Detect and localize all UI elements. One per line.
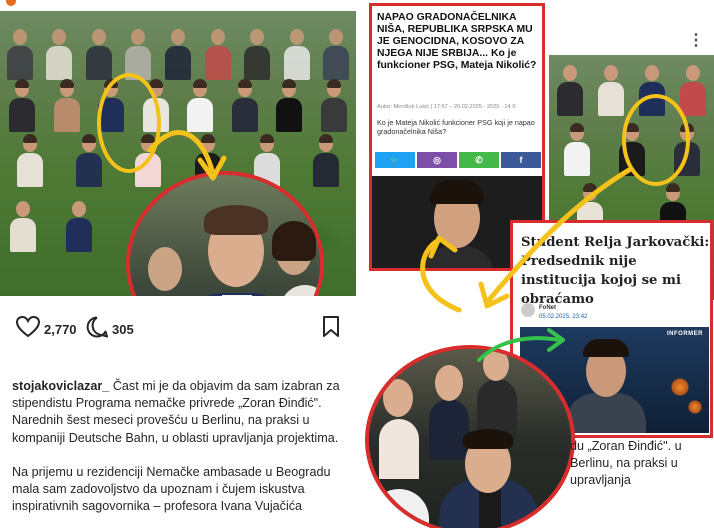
- caption-paragraph-1: stojakoviclazar_ Čast mi je da objavim d…: [12, 378, 347, 447]
- comment-count: 305: [112, 322, 134, 337]
- post-caption: stojakoviclazar_ Čast mi je da objavim d…: [12, 378, 347, 528]
- bookmark-icon[interactable]: [322, 316, 340, 343]
- heart-icon[interactable]: [15, 315, 41, 343]
- yellow-arrow-left: [147, 130, 227, 181]
- like-count: 2,770: [44, 322, 77, 337]
- post-actions-bar: 2,770 305: [0, 310, 356, 350]
- instagram-post: 2,770 305 stojakoviclazar_ Čast mi je da…: [0, 0, 356, 528]
- caption-paragraph-2: Na prijemu u rezidenciji Nemačke ambasad…: [12, 464, 331, 514]
- annotation-overlay-right: [420, 94, 690, 362]
- comment-icon[interactable]: [86, 316, 108, 343]
- yellow-annotation-ring-right: [622, 94, 690, 186]
- username-link[interactable]: stojakoviclazar_: [12, 379, 109, 393]
